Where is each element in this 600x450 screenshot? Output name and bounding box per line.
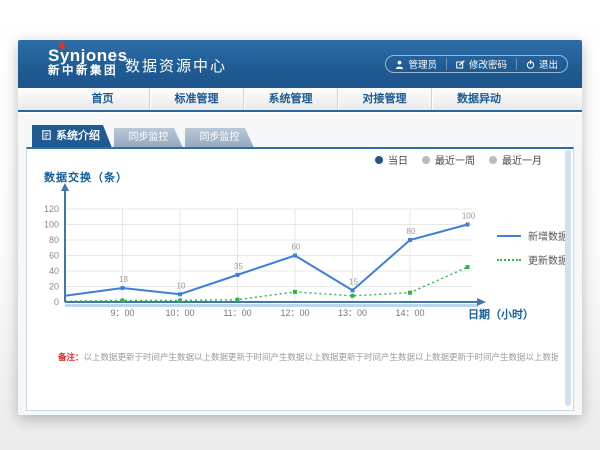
data-point xyxy=(121,286,125,290)
legend-line-swatch xyxy=(497,235,521,237)
legend-label: 更新数据 xyxy=(528,252,568,267)
data-label: 80 xyxy=(407,227,416,236)
x-tick-label: 14：00 xyxy=(395,308,424,318)
note: 备注：以上数据更新于时间产生数据以上数据更新于时间产生数据以上数据更新于时间产生… xyxy=(58,351,558,363)
legend-item-new-data[interactable]: 新增数据 xyxy=(497,228,568,243)
logout-label: 退出 xyxy=(539,57,558,71)
app-panel: Synjones 新中新集团 数据资源中心 管理员 xyxy=(18,40,582,415)
note-prefix: 备注： xyxy=(58,352,84,362)
power-icon xyxy=(526,60,535,69)
x-tick-label: 11：00 xyxy=(223,308,251,318)
user-label: 管理员 xyxy=(408,57,437,71)
data-point xyxy=(466,223,470,227)
data-point xyxy=(121,298,125,302)
page-background: Synjones 新中新集团 数据资源中心 管理员 xyxy=(0,0,600,450)
data-label: 35 xyxy=(234,262,243,271)
legend-label: 新增数据 xyxy=(528,228,568,243)
data-point xyxy=(236,273,240,277)
change-password-label: 修改密码 xyxy=(469,57,507,71)
data-point xyxy=(293,254,297,258)
x-tick-label: 9：00 xyxy=(110,308,134,318)
y-tick-label: 40 xyxy=(49,266,59,276)
header-divider xyxy=(114,51,115,78)
user-menu: 管理员 修改密码 退出 xyxy=(385,55,568,73)
document-icon xyxy=(42,130,51,140)
synjones-logo: Synjones 新中新集团 xyxy=(48,46,128,78)
nav-item-standard-mgmt[interactable]: 标准管理 xyxy=(150,88,244,110)
logo-brand: Synjones xyxy=(48,46,128,65)
change-password-button[interactable]: 修改密码 xyxy=(446,58,516,70)
data-point xyxy=(408,291,412,295)
legend-line-swatch xyxy=(497,259,521,261)
tab-label: 系统介绍 xyxy=(56,130,100,142)
data-point xyxy=(408,238,412,242)
y-tick-label: 20 xyxy=(49,282,59,292)
nav-item-integration-mgmt[interactable]: 对接管理 xyxy=(338,88,432,110)
note-text: 以上数据更新于时间产生数据以上数据更新于时间产生数据以上数据更新于时间产生数据以… xyxy=(84,352,558,362)
y-tick-label: 60 xyxy=(49,251,59,261)
data-point xyxy=(178,298,182,302)
data-point xyxy=(178,292,182,296)
line-chart: 0 20 40 60 80 100 120 9：00 10：00 11：00 12：00 13：00 1… xyxy=(30,162,498,330)
user-button[interactable]: 管理员 xyxy=(386,58,446,70)
radio-label: 最近一月 xyxy=(502,152,542,167)
logout-button[interactable]: 退出 xyxy=(516,58,567,70)
x-tick-label: 12：00 xyxy=(280,308,309,318)
header: Synjones 新中新集团 数据资源中心 管理员 xyxy=(18,40,582,88)
nav-item-data-change[interactable]: 数据异动 xyxy=(432,88,526,110)
tab-sync-monitor-2[interactable]: 同步监控 xyxy=(185,128,254,148)
y-tick-label: 100 xyxy=(44,220,59,230)
y-axis-arrow xyxy=(61,183,69,191)
data-label: 100 xyxy=(462,212,476,221)
data-label: 15 xyxy=(349,277,358,286)
user-icon xyxy=(395,60,404,69)
nav-item-home[interactable]: 首页 xyxy=(56,88,150,110)
tab-system-intro[interactable]: 系统介绍 xyxy=(32,125,112,148)
data-point xyxy=(351,288,355,292)
x-axis-arrow xyxy=(477,298,486,306)
legend-item-updated-data[interactable]: 更新数据 xyxy=(497,252,568,267)
data-label: 60 xyxy=(292,243,301,252)
tab-sync-monitor-1[interactable]: 同步监控 xyxy=(114,128,183,148)
x-tick-label: 13：00 xyxy=(338,308,367,318)
data-label: 10 xyxy=(177,281,186,290)
edit-icon xyxy=(456,60,465,69)
data-point xyxy=(351,294,355,298)
y-tick-label: 80 xyxy=(49,235,59,245)
data-point xyxy=(293,290,297,294)
chart-x-axis-label: 日期（小时） xyxy=(468,306,534,322)
vertical-scrollbar[interactable] xyxy=(565,150,571,406)
data-label: 18 xyxy=(119,275,128,284)
chart-legend: 新增数据 更新数据 xyxy=(497,228,568,267)
app-title: 数据资源中心 xyxy=(125,55,227,76)
nav-item-system-mgmt[interactable]: 系统管理 xyxy=(244,88,338,110)
y-tick-label: 0 xyxy=(54,297,59,307)
data-point xyxy=(466,265,470,269)
y-tick-label: 120 xyxy=(44,204,59,214)
series-line-更新数据 xyxy=(65,267,468,301)
main-nav: 首页 标准管理 系统管理 对接管理 数据异动 xyxy=(18,88,582,112)
logo-company-name: 新中新集团 xyxy=(48,65,128,78)
data-point xyxy=(236,298,240,302)
x-tick-label: 10：00 xyxy=(165,308,194,318)
